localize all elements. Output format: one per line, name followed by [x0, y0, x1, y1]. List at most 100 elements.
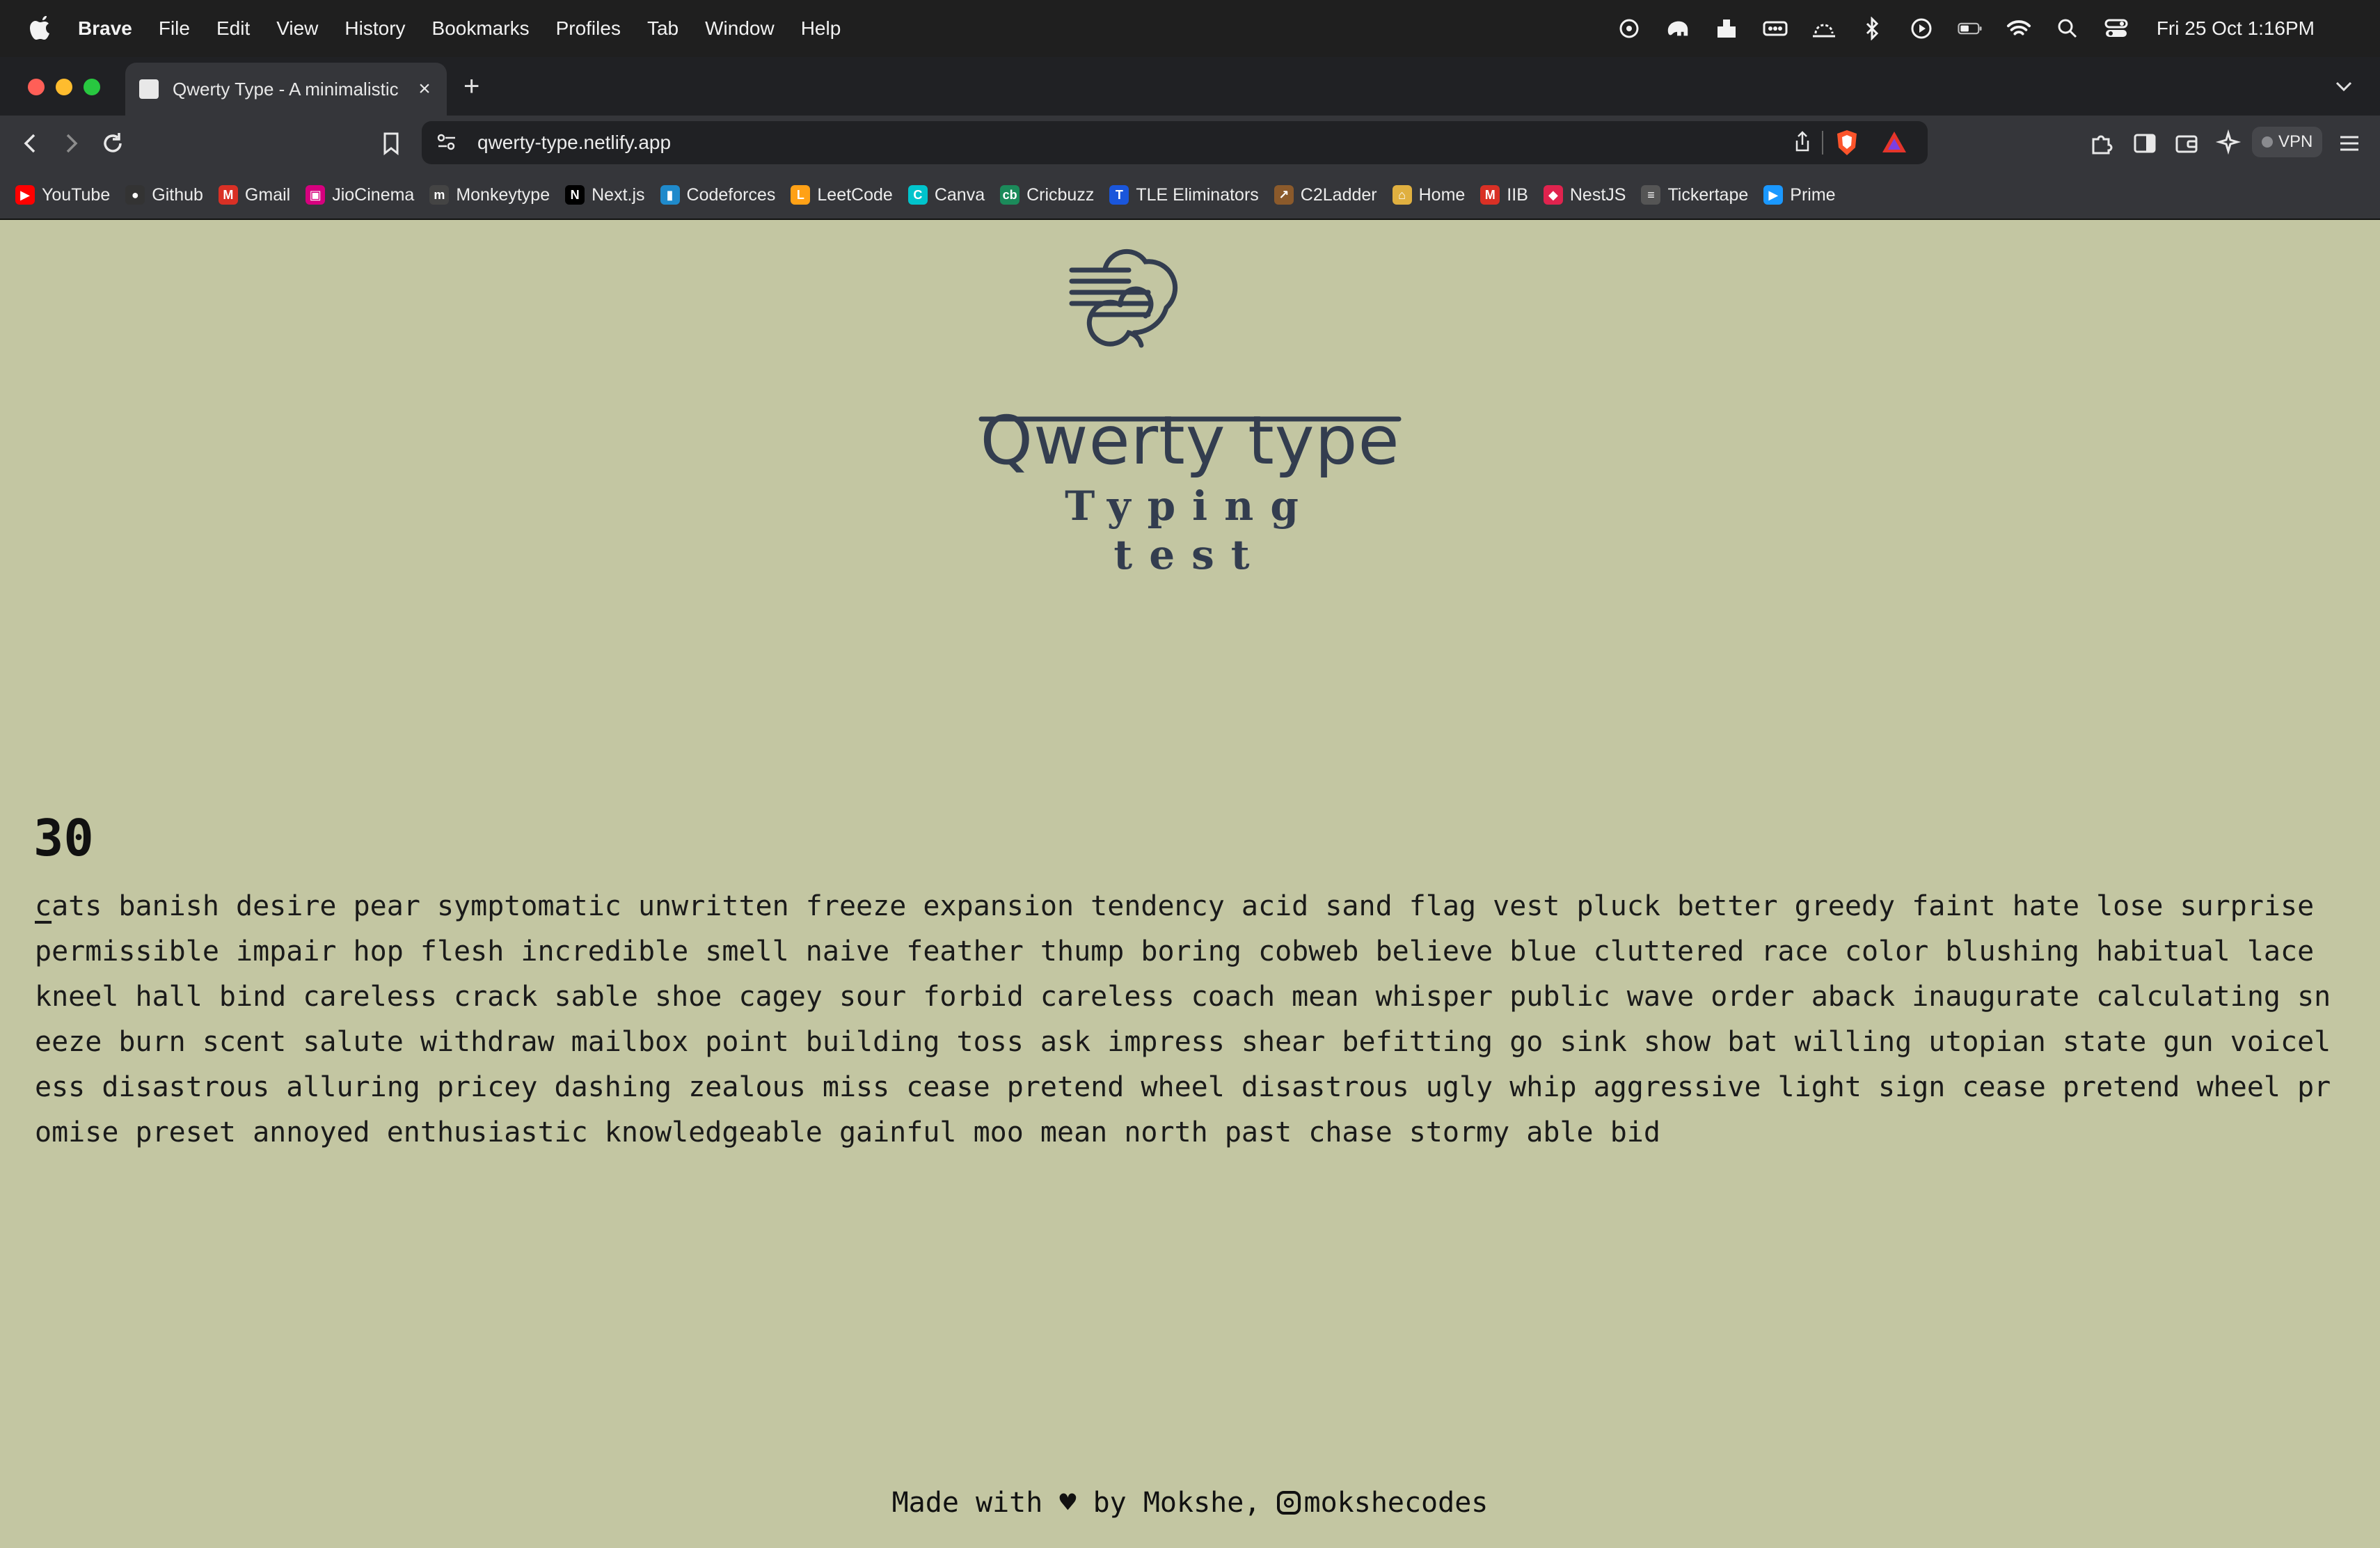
site-settings-icon[interactable] [434, 129, 459, 155]
bookmark-iib[interactable]: M IIB [1480, 185, 1528, 205]
bookmark-label: Monkeytype [456, 184, 550, 205]
brave-shields-icon[interactable] [1833, 128, 1861, 157]
menu-help[interactable]: Help [801, 17, 841, 40]
bookmark-label: NestJS [1569, 184, 1626, 205]
bookmark-label: C2Ladder [1300, 184, 1377, 205]
typing-words-area[interactable]: cats banish desire pear symptomatic unwr… [35, 884, 2345, 1155]
brand-name: Qwerty type [980, 402, 1400, 480]
bookmark-c2ladder[interactable]: ↗ C2Ladder [1274, 185, 1377, 205]
vpn-button[interactable]: VPN [2252, 127, 2323, 157]
tab-search-chevron-icon[interactable] [2330, 72, 2358, 100]
instagram-icon[interactable] [1277, 1491, 1301, 1515]
spotlight-icon[interactable] [2055, 16, 2080, 41]
bookmark-prime[interactable]: ▶ Prime [1763, 184, 1836, 205]
window-minimize-button[interactable] [56, 79, 72, 95]
window-close-button[interactable] [28, 79, 45, 95]
hamburger-menu-icon[interactable] [2335, 129, 2363, 157]
bookmark-label: Codeforces [686, 184, 776, 205]
iib-icon: M [1480, 185, 1500, 205]
new-tab-button[interactable]: + [463, 72, 479, 100]
address-bar[interactable]: qwerty-type.netlify.app [422, 121, 1928, 164]
bookmark-next-js[interactable]: N Next.js [565, 184, 645, 205]
window-zoom-button[interactable] [84, 79, 100, 95]
nextjs-icon: N [565, 185, 585, 205]
bookmark-label: JioCinema [332, 184, 415, 205]
bookmark-codeforces[interactable]: ▮ Codeforces [660, 184, 776, 205]
bookmark-icon[interactable] [377, 129, 405, 157]
macos-menu-bar: Brave File Edit View History Bookmarks P… [0, 0, 2380, 57]
menu-profiles[interactable]: Profiles [556, 17, 621, 40]
bookmark-monkeytype[interactable]: m Monkeytype [429, 185, 550, 205]
menu-tab[interactable]: Tab [647, 17, 679, 40]
inbox-icon[interactable] [1714, 16, 1739, 41]
tab-active[interactable]: Qwerty Type - A minimalistic × [125, 63, 447, 116]
chatgpt-icon[interactable] [1617, 16, 1642, 41]
cricbuzz-icon: cb [1000, 185, 1020, 205]
vpn-status-icon [2262, 136, 2273, 148]
menu-bookmarks[interactable]: Bookmarks [432, 17, 530, 40]
gmail-icon: M [218, 185, 238, 205]
bookmark-label: IIB [1507, 184, 1528, 205]
bookmark-gmail[interactable]: M Gmail [218, 184, 291, 205]
bookmark-label: Prime [1790, 184, 1836, 205]
menu-view[interactable]: View [276, 17, 318, 40]
menu-window[interactable]: Window [705, 17, 775, 40]
bookmark-github[interactable]: ● Github [125, 185, 203, 205]
vpn-label: VPN [2278, 132, 2313, 151]
share-icon[interactable] [1790, 129, 1815, 155]
bookmark-label: LeetCode [817, 184, 893, 205]
apple-icon[interactable] [26, 13, 54, 44]
bookmark-tle-eliminators[interactable]: T TLE Eliminators [1109, 185, 1259, 205]
menu-app-name[interactable]: Brave [78, 17, 132, 40]
tle-icon: T [1109, 185, 1129, 205]
bookmark-tickertape[interactable]: ≡ Tickertape [1641, 185, 1748, 205]
bookmark-canva[interactable]: C Canva [907, 184, 985, 205]
bookmark-jiocinema[interactable]: ▣ JioCinema [306, 185, 414, 205]
menu-history[interactable]: History [344, 17, 405, 40]
battery-icon[interactable] [1958, 16, 1983, 41]
play-icon[interactable] [1909, 16, 1934, 41]
prime-icon: ▶ [1763, 185, 1784, 205]
back-icon[interactable] [17, 129, 45, 157]
tab-close-button[interactable]: × [412, 77, 437, 101]
bookmark-cricbuzz[interactable]: cb Cricbuzz [1000, 185, 1094, 205]
battery-dots-icon[interactable] [1763, 16, 1788, 41]
menu-edit[interactable]: Edit [216, 17, 250, 40]
bookmark-youtube[interactable]: ▶ YouTube [15, 185, 110, 205]
bookmark-label: Canva [934, 184, 985, 205]
leetcode-icon: L [791, 185, 811, 205]
bookmark-label: Gmail [244, 184, 291, 205]
bookmark-nestjs[interactable]: ◆ NestJS [1543, 184, 1626, 205]
wallet-icon[interactable] [2173, 129, 2200, 157]
control-center-icon[interactable] [2104, 16, 2129, 41]
menu-file[interactable]: File [159, 17, 190, 40]
codeforces-icon: ▮ [660, 185, 680, 205]
url-text[interactable]: qwerty-type.netlify.app [477, 132, 671, 154]
current-character: c [35, 890, 52, 922]
forward-icon[interactable] [57, 129, 85, 157]
sunset-icon[interactable] [1811, 16, 1836, 41]
nestjs-icon: ◆ [1543, 185, 1563, 205]
brave-rewards-icon[interactable] [1880, 129, 1908, 155]
bookmark-label: Cricbuzz [1026, 184, 1095, 205]
bookmark-home[interactable]: ⌂ Home [1392, 185, 1465, 205]
reload-icon[interactable] [99, 129, 127, 157]
app-menu: Brave File Edit View History Bookmarks P… [78, 17, 867, 40]
elephant-icon[interactable] [1665, 16, 1690, 41]
bookmark-label: Next.js [592, 184, 645, 205]
extensions-icon[interactable] [2088, 129, 2116, 157]
bookmarks-bar: ▶ YouTube ● Github M Gmail ▣ JioCinema m Monkeyty… [0, 171, 2380, 220]
c2ladder-icon: ↗ [1274, 185, 1294, 205]
countdown-timer: 30 [33, 809, 94, 867]
footer-instagram-link[interactable]: mokshecodes [1303, 1487, 1488, 1519]
page-content: Qwerty type Typing test 30 cats banish d… [0, 220, 2380, 1548]
leo-ai-icon[interactable] [2214, 129, 2242, 157]
sidebar-icon[interactable] [2131, 129, 2159, 157]
bluetooth-icon[interactable] [1860, 16, 1885, 41]
wifi-icon[interactable] [2006, 16, 2031, 41]
menubar-clock[interactable]: Fri 25 Oct 1:16PM [2157, 17, 2315, 40]
tab-favicon-icon [139, 79, 159, 99]
tickertape-icon: ≡ [1641, 185, 1661, 205]
bookmark-leetcode[interactable]: L LeetCode [791, 184, 893, 205]
canva-icon: C [907, 185, 928, 205]
